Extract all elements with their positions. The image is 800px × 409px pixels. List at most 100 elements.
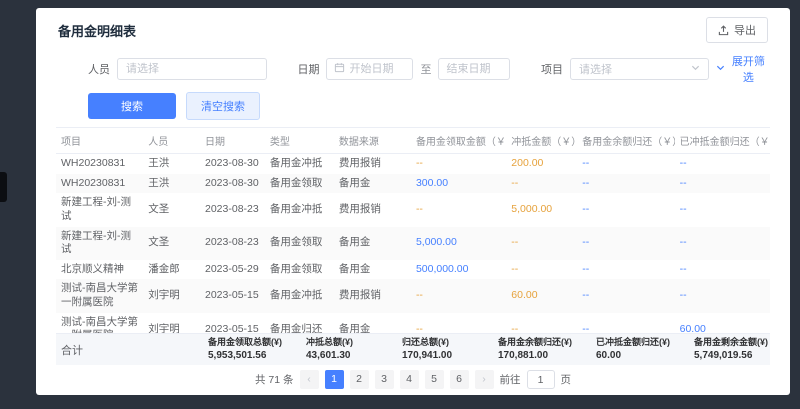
cell-type: 备用金冲抵 (265, 279, 334, 312)
summary-stat-label: 已冲抵金额归还(¥) (596, 337, 670, 349)
cell-offset: -- (506, 174, 577, 194)
cell-balance_return: -- (577, 174, 674, 194)
summary-stat-value: 5,749,019.56 (694, 349, 768, 362)
table-row: WH20230831王洪2023-08-30备用金领取备用金300.00----… (56, 174, 770, 194)
summary-stat-label: 归还总额(¥) (402, 337, 474, 349)
cell-type: 备用金冲抵 (265, 154, 334, 174)
cell-type: 备用金冲抵 (265, 193, 334, 226)
pagination: 共 71 条 ‹ 123456 › 前往 页 (56, 365, 770, 395)
cell-source: 备用金 (334, 260, 411, 280)
cell-source: 费用报销 (334, 193, 411, 226)
cell-source: 备用金 (334, 313, 411, 334)
action-row: 搜索 清空搜索 (56, 88, 770, 127)
cell-offset_return: 60.00 (675, 313, 770, 334)
cell-project: 北京顺义精神 (56, 260, 143, 280)
summary-stat-label: 备用金领取总额(¥) (208, 337, 282, 349)
summary-stat-value: 170,941.00 (402, 349, 474, 362)
export-button[interactable]: 导出 (706, 17, 768, 43)
expand-filter-label: 展开筛选 (729, 53, 768, 85)
cell-source: 备用金 (334, 174, 411, 194)
summary-total-label: 合计 (58, 342, 83, 358)
cell-received: -- (411, 313, 506, 334)
cell-project: 测试-南昌大学第一附属医院 (56, 313, 143, 334)
cell-date: 2023-08-23 (200, 227, 265, 260)
cell-project: 测试-南昌大学第一附属医院 (56, 279, 143, 312)
panel-header: 备用金明细表 导出 (56, 8, 770, 50)
cell-type: 备用金领取 (265, 227, 334, 260)
summary-stat: 已冲抵金额归还(¥)60.00 (596, 337, 670, 362)
cell-offset: 200.00 (506, 154, 577, 174)
cell-project: 新建工程-刘-测试 (56, 193, 143, 226)
page-button-6[interactable]: 6 (450, 370, 469, 389)
data-table: 项目人员日期类型数据来源备用金领取金额（￥）冲抵金额（￥）备用金余额归还（￥）已… (56, 127, 770, 333)
table-header-row: 项目人员日期类型数据来源备用金领取金额（￥）冲抵金额（￥）备用金余额归还（￥）已… (56, 128, 770, 154)
filter-row: 人员 日期 至 项目 请选择 (56, 50, 770, 88)
project-select[interactable]: 请选择 (570, 58, 709, 80)
cell-type: 备用金归还 (265, 313, 334, 334)
date-label: 日期 (297, 61, 319, 77)
table-row: 新建工程-刘-测试文圣2023-08-23备用金领取备用金5,000.00---… (56, 227, 770, 260)
cell-offset_return: -- (675, 279, 770, 312)
cell-date: 2023-05-15 (200, 279, 265, 312)
cell-person: 文圣 (143, 227, 200, 260)
cell-offset_return: -- (675, 227, 770, 260)
cell-balance_return: -- (577, 193, 674, 226)
prev-page-button[interactable]: ‹ (300, 370, 319, 389)
cell-received: -- (411, 193, 506, 226)
sidebar-collapse-handle[interactable] (0, 172, 7, 202)
cell-received: 500,000.00 (411, 260, 506, 280)
clear-search-button[interactable]: 清空搜索 (186, 92, 260, 120)
person-label: 人员 (88, 61, 110, 77)
cell-date: 2023-08-23 (200, 193, 265, 226)
summary-stat-value: 170,881.00 (498, 349, 572, 362)
column-header: 日期 (200, 128, 265, 154)
cell-offset: -- (506, 313, 577, 334)
person-input[interactable] (117, 58, 267, 80)
summary-stat: 冲抵总额(¥)43,601.30 (306, 337, 378, 362)
goto-page-input[interactable] (527, 370, 555, 389)
cell-project: WH20230831 (56, 154, 143, 174)
summary-stat: 归还总额(¥)170,941.00 (402, 337, 474, 362)
cell-balance_return: -- (577, 154, 674, 174)
cell-person: 王洪 (143, 174, 200, 194)
cell-date: 2023-08-30 (200, 154, 265, 174)
column-header: 备用金余额归还（￥） (577, 128, 674, 154)
date-start-input[interactable] (326, 58, 413, 80)
date-end-input[interactable] (438, 58, 510, 80)
cell-offset_return: -- (675, 260, 770, 280)
project-label: 项目 (541, 61, 563, 77)
cell-date: 2023-05-29 (200, 260, 265, 280)
cell-balance_return: -- (577, 313, 674, 334)
summary-stat-value: 60.00 (596, 349, 670, 362)
page-button-4[interactable]: 4 (400, 370, 419, 389)
summary-stat-value: 43,601.30 (306, 349, 378, 362)
page-list: 123456 (325, 370, 469, 389)
next-page-button[interactable]: › (475, 370, 494, 389)
goto-suffix: 页 (561, 372, 572, 387)
cell-person: 刘宇明 (143, 313, 200, 334)
cell-date: 2023-08-30 (200, 174, 265, 194)
cell-received: -- (411, 154, 506, 174)
expand-filter-link[interactable]: 展开筛选 (716, 53, 768, 85)
select-arrow-icon (691, 63, 700, 75)
table-row: 测试-南昌大学第一附属医院刘宇明2023-05-15备用金冲抵费用报销--60.… (56, 279, 770, 312)
chevron-down-icon (716, 63, 725, 75)
cell-type: 备用金领取 (265, 174, 334, 194)
cell-source: 备用金 (334, 227, 411, 260)
table-row: WH20230831王洪2023-08-30备用金冲抵费用报销--200.00-… (56, 154, 770, 174)
date-start-field[interactable] (349, 63, 405, 75)
page-button-1[interactable]: 1 (325, 370, 344, 389)
search-button[interactable]: 搜索 (88, 93, 176, 119)
cell-date: 2023-05-15 (200, 313, 265, 334)
page-button-2[interactable]: 2 (350, 370, 369, 389)
summary-stat-label: 冲抵总额(¥) (306, 337, 378, 349)
export-icon (718, 25, 729, 36)
cell-balance_return: -- (577, 227, 674, 260)
column-header: 冲抵金额（￥） (506, 128, 577, 154)
date-end-field[interactable] (446, 63, 502, 75)
calendar-icon (334, 62, 345, 76)
page-button-3[interactable]: 3 (375, 370, 394, 389)
cell-received: 5,000.00 (411, 227, 506, 260)
page-button-5[interactable]: 5 (425, 370, 444, 389)
page-title: 备用金明细表 (58, 21, 136, 40)
